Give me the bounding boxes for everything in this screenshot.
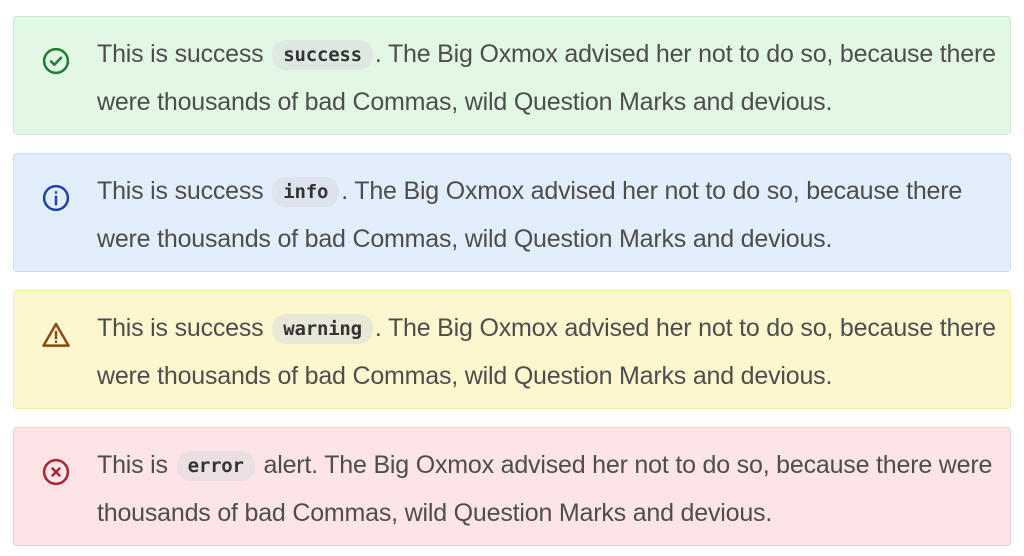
- x-circle-icon: [41, 457, 71, 487]
- inline-code: info: [272, 177, 340, 207]
- alert-error: This is error alert. The Big Oxmox advis…: [13, 427, 1011, 546]
- alert-list: This is success success. The Big Oxmox a…: [13, 16, 1011, 546]
- alert-message: This is success info. The Big Oxmox advi…: [97, 168, 997, 262]
- inline-code: success: [272, 40, 373, 70]
- inline-code: warning: [272, 314, 373, 344]
- alert-prefix: This is: [97, 451, 168, 479]
- alert-prefix: This is success: [97, 177, 264, 205]
- inline-code: error: [176, 451, 255, 481]
- alert-message: This is success success. The Big Oxmox a…: [97, 31, 997, 125]
- alert-info: This is success info. The Big Oxmox advi…: [13, 153, 1011, 272]
- check-circle-icon: [41, 46, 71, 76]
- warning-triangle-icon: [41, 320, 71, 350]
- alert-success: This is success success. The Big Oxmox a…: [13, 16, 1011, 135]
- alert-warning: This is success warning. The Big Oxmox a…: [13, 290, 1011, 409]
- info-circle-icon: [41, 183, 71, 213]
- alert-message: This is success warning. The Big Oxmox a…: [97, 305, 997, 399]
- alert-prefix: This is success: [97, 40, 264, 68]
- alert-prefix: This is success: [97, 314, 264, 342]
- alert-message: This is error alert. The Big Oxmox advis…: [97, 442, 997, 536]
